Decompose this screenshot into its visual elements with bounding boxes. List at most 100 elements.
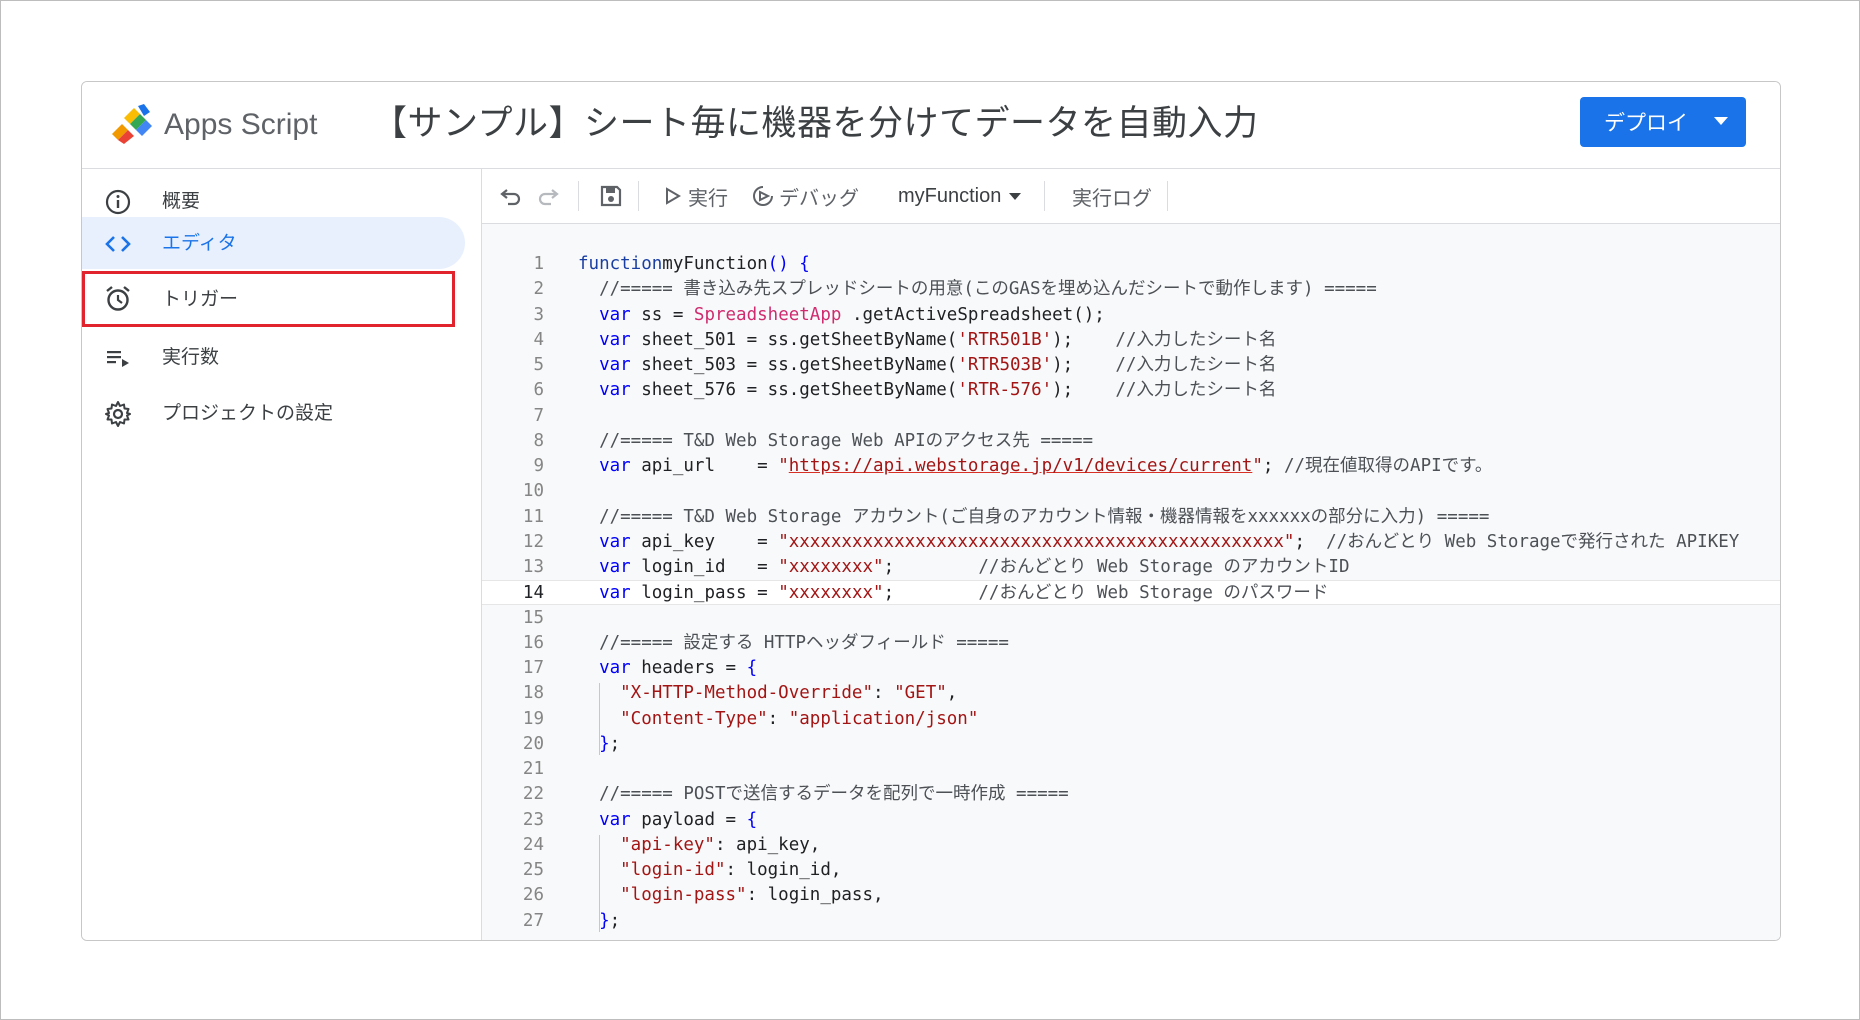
line-number: 17 [522, 658, 544, 678]
line-number: 1 [533, 254, 544, 274]
editor-toolbar: 実行 デバッグ myFunction 実行ログ [482, 169, 1780, 224]
play-icon [666, 187, 681, 205]
code-text: //===== T&D Web Storage Web APIのアクセス先 ==… [578, 430, 1094, 451]
indent-guide [599, 683, 600, 755]
sidebar-item-editor[interactable]: エディタ [82, 217, 465, 269]
code-line[interactable]: 20 }; [482, 732, 1780, 757]
code-text: functionmyFunction() { [578, 254, 810, 274]
code-line[interactable]: 3 var ss = SpreadsheetApp .getActiveSpre… [482, 303, 1780, 328]
chevron-down-icon [1714, 117, 1728, 125]
line-number: 23 [522, 809, 544, 830]
line-number: 4 [533, 329, 544, 350]
line-number: 21 [522, 759, 544, 779]
code-line[interactable]: 13 var login_id = "xxxxxxxx"; //おんどとり We… [482, 555, 1780, 580]
code-line[interactable]: 18 "X-HTTP-Method-Override": "GET", [482, 681, 1780, 706]
undo-button[interactable] [499, 183, 523, 209]
code-line[interactable]: 9 var api_url = "https://api.webstorage.… [482, 454, 1780, 479]
code-line[interactable]: 6 var sheet_576 = ss.getSheetByName('RTR… [482, 378, 1780, 403]
code-text: var payload = { [578, 809, 758, 830]
code-line[interactable]: 21 [482, 757, 1780, 782]
code-line[interactable]: 17 var headers = { [482, 656, 1780, 681]
save-icon [600, 185, 622, 207]
line-number: 13 [522, 557, 544, 577]
deploy-button[interactable]: デプロイ [1580, 97, 1746, 147]
code-text: var api_key = "xxxxxxxxxxxxxxxxxxxxxxxxx… [578, 531, 1740, 552]
debug-label: デバッグ [779, 185, 859, 210]
sidebar-item-label: 概要 [162, 190, 201, 212]
code-icon [105, 236, 131, 252]
chevron-down-icon [1009, 192, 1022, 200]
debug-button[interactable]: デバッグ [751, 183, 859, 210]
sidebar-item-executions[interactable]: 実行数 [82, 331, 465, 383]
toolbar-divider [638, 181, 639, 211]
toolbar-divider [1167, 181, 1168, 211]
code-text: "Content-Type": "application/json" [578, 708, 979, 729]
code-text: var sheet_503 = ss.getSheetByName('RTR50… [578, 355, 1277, 375]
code-text: //===== 設定する HTTPヘッダフィールド ===== [578, 632, 1009, 653]
line-number: 7 [533, 405, 544, 426]
code-line[interactable]: 16 //===== 設定する HTTPヘッダフィールド ===== [482, 631, 1780, 656]
execution-log-label: 実行ログ [1072, 185, 1152, 210]
code-text: var login_id = "xxxxxxxx"; //おんどとり Web S… [578, 557, 1350, 577]
function-select[interactable]: myFunction [898, 183, 1022, 209]
gear-icon [105, 401, 131, 427]
line-number: 22 [522, 784, 544, 805]
code-text: var headers = { [578, 658, 758, 678]
code-line[interactable]: 12 var api_key = "xxxxxxxxxxxxxxxxxxxxxx… [482, 530, 1780, 555]
alarm-clock-icon [106, 286, 130, 311]
code-line[interactable]: 2 //===== 書き込み先スプレッドシートの用意(このGASを埋め込んだシー… [482, 277, 1780, 302]
run-button[interactable]: 実行 [664, 183, 728, 210]
execution-log-button[interactable]: 実行ログ [1072, 183, 1152, 210]
code-text: var ss = SpreadsheetApp .getActiveSpread… [578, 304, 1105, 325]
code-line[interactable]: 22 //===== POSTで送信するデータを配列で一時作成 ===== [482, 782, 1780, 807]
line-number: 2 [533, 279, 544, 300]
deploy-label: デプロイ [1604, 111, 1688, 135]
line-number: 20 [522, 733, 544, 754]
function-select-value: myFunction [898, 184, 1002, 207]
line-number: 11 [522, 506, 544, 527]
line-number: 24 [522, 834, 544, 855]
line-number: 5 [533, 355, 544, 375]
code-line[interactable]: 7 [482, 404, 1780, 429]
line-number: 12 [522, 531, 544, 552]
code-line[interactable]: 10 [482, 479, 1780, 504]
code-line[interactable]: 27 }; [482, 909, 1780, 934]
code-editor[interactable]: 1 functionmyFunction() { 2 //===== 書き込み先スプ… [482, 224, 1780, 940]
code-line[interactable]: 14 var login_pass = "xxxxxxxx"; //おんどとり … [482, 580, 1780, 606]
code-line[interactable]: 24 "api-key": api_key, [482, 833, 1780, 858]
code-text: //===== T&D Web Storage アカウント(ご自身のアカウント情… [578, 506, 1490, 527]
line-number: 26 [522, 885, 544, 906]
project-title[interactable]: 【サンプル】シート毎に機器を分けてデータを自動入力 [372, 100, 1258, 148]
code-line[interactable]: 26 "login-pass": login_pass, [482, 883, 1780, 908]
save-button[interactable] [599, 183, 623, 209]
code-line[interactable]: 8 //===== T&D Web Storage Web APIのアクセス先 … [482, 429, 1780, 454]
info-icon [105, 189, 131, 215]
code-line[interactable]: 11 //===== T&D Web Storage アカウント(ご自身のアカウ… [482, 505, 1780, 530]
line-number: 6 [533, 380, 544, 401]
line-number: 9 [533, 456, 544, 476]
line-number: 18 [522, 683, 544, 704]
sidebar: 概要 エディタ トリガー 実行数 プロジェクトの設定 [82, 169, 481, 940]
apps-script-logo-icon[interactable] [108, 104, 154, 146]
code-text: var login_pass = "xxxxxxxx"; //おんどとり Web… [578, 583, 1329, 604]
sidebar-item-triggers[interactable]: トリガー [82, 271, 455, 327]
code-line[interactable]: 23 var payload = { [482, 808, 1780, 833]
code-line[interactable]: 25 "login-id": login_id, [482, 858, 1780, 883]
code-line[interactable]: 15 [482, 606, 1780, 631]
sidebar-item-label: エディタ [162, 232, 237, 254]
line-number: 27 [522, 910, 544, 931]
code-line[interactable]: 19 "Content-Type": "application/json" [482, 707, 1780, 732]
toolbar-divider [578, 181, 579, 211]
redo-button[interactable] [536, 183, 560, 209]
run-label: 実行 [688, 185, 728, 210]
code-line[interactable]: 1 functionmyFunction() { [482, 252, 1780, 277]
line-number: 16 [522, 632, 544, 653]
code-line[interactable]: 5 var sheet_503 = ss.getSheetByName('RTR… [482, 353, 1780, 378]
editor-area: 実行 デバッグ myFunction 実行ログ 1 functionmyFunct… [481, 169, 1780, 940]
undo-icon [500, 189, 521, 206]
line-number: 10 [522, 481, 544, 502]
code-line[interactable]: 4 var sheet_501 = ss.getSheetByName('RTR… [482, 328, 1780, 353]
sidebar-item-project-settings[interactable]: プロジェクトの設定 [82, 387, 465, 439]
header: Apps Script 【サンプル】シート毎に機器を分けてデータを自動入力 デプ… [82, 82, 1780, 169]
line-number: 25 [522, 860, 544, 880]
